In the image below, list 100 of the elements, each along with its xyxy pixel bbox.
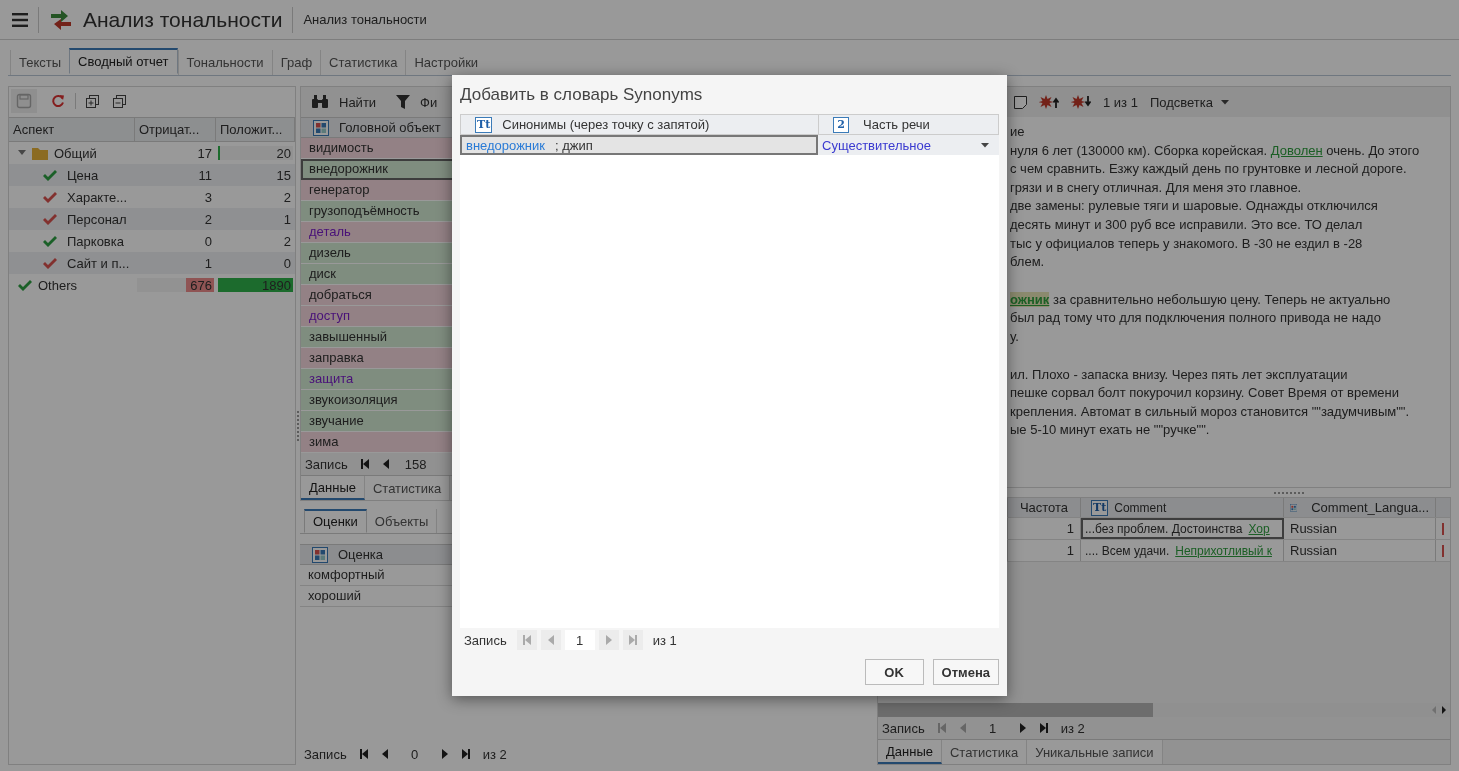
text-line: блем. (1010, 253, 1045, 272)
tab[interactable]: Статистика (941, 740, 1028, 764)
column-header[interactable]: Частота (1019, 500, 1069, 515)
count: 20 (276, 145, 291, 161)
text-line: две замены: рулевые тяги и шаровые. Однажды отключился (1010, 197, 1378, 216)
page-total: из 1 (652, 632, 677, 648)
highlight-dropdown[interactable]: Подсветка (1149, 94, 1229, 110)
expand-all-icon[interactable] (86, 94, 99, 108)
record-number-field[interactable]: 1 (564, 630, 595, 650)
ok-button[interactable]: OK (864, 659, 924, 685)
menu-icon[interactable] (12, 12, 28, 27)
filter-button[interactable]: Фи (396, 94, 438, 110)
pager-label: Запись (304, 746, 347, 762)
last-page-icon[interactable] (1038, 723, 1049, 733)
page-total: из 2 (1060, 720, 1085, 736)
filter-icon (396, 95, 411, 109)
caret-icon[interactable] (18, 150, 26, 156)
sentiment-word[interactable]: Неприхотливый к (1175, 543, 1272, 558)
count: 15 (276, 167, 291, 183)
text-line: тыс у официалов теперь у знакомого. В -30 не ездил в -28 (1010, 234, 1363, 253)
count: 3 (204, 189, 212, 205)
first-page-icon[interactable] (359, 459, 370, 469)
column-header[interactable]: Положит... (216, 118, 295, 141)
page-total: из 2 (482, 746, 507, 762)
next-page-icon[interactable] (1018, 723, 1027, 733)
count: 676 (190, 277, 212, 293)
pager-label: Запись (464, 632, 507, 648)
first-page-icon[interactable] (358, 749, 369, 759)
last-page-icon[interactable] (460, 749, 471, 759)
previous-page-icon[interactable] (380, 749, 389, 759)
tab[interactable]: Оценки (304, 509, 367, 533)
tab[interactable]: Уникальные записи (1027, 740, 1163, 764)
aspect-label: Цена (67, 167, 99, 183)
column-type-icon: Tt (475, 116, 493, 133)
table-cell: 1 (1008, 540, 1081, 561)
sentiment-word[interactable]: Доволен (1270, 142, 1323, 158)
page-subtitle: Анализ тональности (303, 12, 427, 27)
aspect-label: Персонал (67, 211, 127, 227)
aspect-label: Парковка (67, 233, 124, 249)
count: 2 (283, 233, 291, 249)
collapse-all-icon[interactable] (113, 94, 126, 108)
column-header[interactable]: Головной объект (339, 120, 441, 135)
record-number: 0 (410, 746, 420, 762)
find-button[interactable]: Найти (311, 94, 377, 110)
category-icon (312, 546, 328, 563)
text-line: был рад тому что для подключения полного привода не надо (1010, 309, 1381, 328)
count: 1 (283, 211, 291, 227)
app-title: Анализ тональности (83, 7, 283, 32)
column-header[interactable]: Оценка (338, 547, 384, 562)
cancel-button[interactable]: Отмена (932, 659, 999, 685)
previous-match-icon[interactable] (1039, 95, 1059, 109)
note-icon[interactable] (1014, 95, 1027, 109)
table-cell: Russian (1284, 540, 1436, 561)
next-page-icon (604, 635, 613, 645)
text-line: ил. Плохо - запаска внизу. Через пять лет эксплуатации (1010, 365, 1348, 384)
aspect-label: Характе... (67, 189, 128, 205)
aspect-label: Сайт и п... (67, 255, 130, 271)
text-line: ые 5-10 минут ехать не ""ручке"". (1010, 421, 1210, 440)
part-of-speech-dropdown[interactable]: Существительное (818, 135, 999, 155)
count: 2 (283, 189, 291, 205)
caret-icon (981, 142, 989, 148)
count: 17 (197, 145, 212, 161)
column-header[interactable]: Comment_Langua... (1311, 500, 1429, 515)
tab[interactable]: Данные (301, 476, 365, 500)
scroll-arrows-icon[interactable] (1432, 706, 1446, 714)
match-counter: 1 из 1 (1103, 94, 1138, 110)
dialog-title: Добавить в словарь Synonyms (460, 84, 704, 106)
next-page-icon[interactable] (440, 749, 449, 759)
tab[interactable]: Данные (878, 740, 942, 764)
column-header[interactable]: Отрицат... (135, 118, 216, 141)
tab[interactable]: Статистика (364, 476, 451, 500)
text-line: крепления. Автомат в сильный мороз становится ""задумчивым"". (1010, 402, 1409, 421)
text-line: с чем сравнить. Езжу каждый день по грунтовке и лесной дороге. (1010, 160, 1407, 179)
comment-cell: .... Всем удачи. Неприхотливый к (1081, 540, 1284, 561)
record-number: 158 (403, 456, 428, 472)
count: 2 (204, 211, 212, 227)
logo-icon (49, 7, 73, 32)
sentiment-word[interactable]: Хор (1248, 521, 1270, 536)
folder-icon (32, 146, 48, 160)
count: 0 (283, 255, 291, 271)
first-page-icon (521, 635, 532, 645)
count: 0 (204, 233, 212, 249)
previous-page-icon (546, 635, 555, 645)
previous-page-icon[interactable] (381, 459, 390, 469)
column-header[interactable]: Comment (1114, 500, 1167, 515)
text-line: у. (1010, 327, 1019, 346)
tab[interactable]: Сводный отчет (69, 48, 178, 74)
last-page-icon (627, 635, 638, 645)
refresh-icon[interactable] (51, 94, 65, 108)
text-line: грязи и в снегу отличная. Для меня это главное. (1010, 178, 1302, 197)
column-header[interactable]: Аспект (9, 118, 135, 141)
synonyms-field[interactable]: внедорожник ; джип (460, 135, 818, 155)
count: 11 (198, 167, 212, 183)
caret-icon (1221, 99, 1229, 105)
aspect-label: Others (38, 277, 77, 293)
binoculars-icon (311, 95, 329, 109)
table-cell: Russian (1284, 518, 1436, 539)
column-header[interactable]: Часть речи (863, 117, 930, 132)
column-header[interactable]: Синонимы (через точку с запятой) (502, 117, 710, 132)
next-match-icon[interactable] (1071, 95, 1091, 109)
